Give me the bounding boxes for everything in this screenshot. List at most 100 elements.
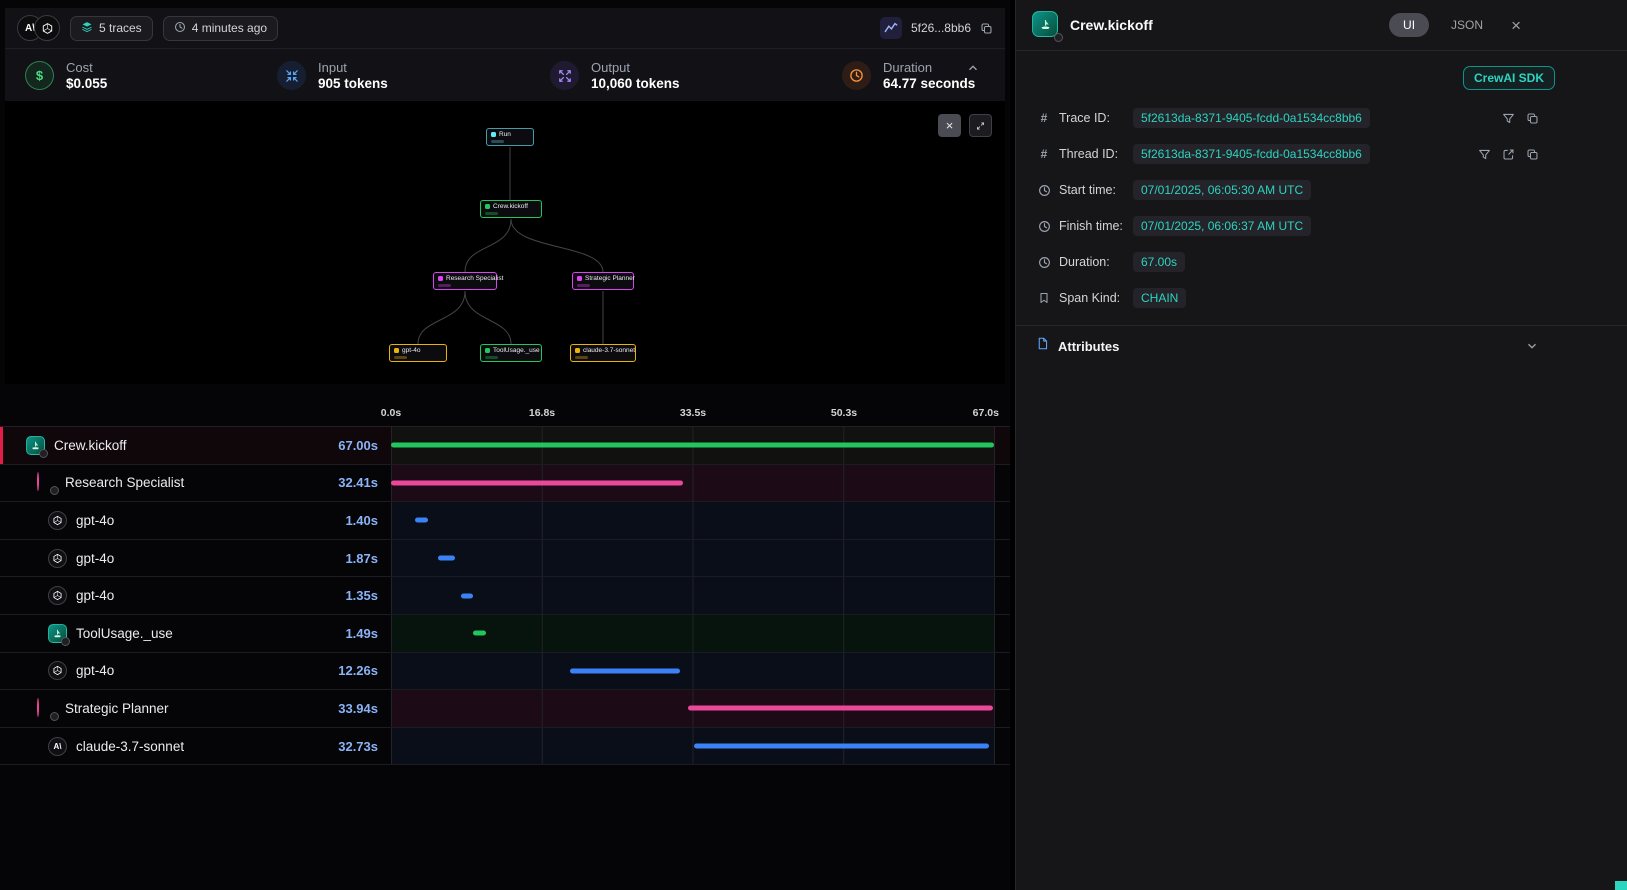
close-icon: ×	[946, 119, 954, 132]
timeline-axis: 0.0s16.8s33.5s50.3s67.0s	[0, 384, 1010, 426]
metric-value: 905 tokens	[318, 76, 388, 91]
span-bar[interactable]	[461, 593, 473, 598]
graph-node-gpt-4o[interactable]: gpt-4o	[389, 344, 447, 362]
graph-node-claude-sonnet[interactable]: claude-3.7-sonnet	[570, 344, 636, 362]
copy-trace-id-button[interactable]	[980, 22, 993, 35]
instrument-badge-icon	[39, 449, 48, 458]
node-type-icon	[394, 348, 399, 353]
timeline-row-research-specialist[interactable]: Research Specialist 32.41s	[0, 465, 1010, 503]
tab-json[interactable]: JSON	[1445, 17, 1489, 33]
span-track	[391, 728, 995, 765]
open-thread-button[interactable]	[1502, 148, 1515, 161]
graph-node-toolusage[interactable]: ToolUsage._use	[480, 344, 542, 362]
span-name: gpt-4o	[76, 551, 114, 566]
attributes-toggle[interactable]: Attributes	[1016, 326, 1627, 366]
span-duration: 12.26s	[338, 663, 391, 678]
chevron-down-icon	[1525, 339, 1539, 353]
node-type-icon	[491, 132, 496, 137]
copy-trace-id-button[interactable]	[1526, 112, 1539, 125]
axis-tick-label: 33.5s	[680, 407, 706, 419]
arrows-out-icon	[550, 61, 579, 90]
duration-value[interactable]: 67.00s	[1133, 252, 1185, 272]
timeline-row-gpt-4o-1[interactable]: gpt-4o 1.40s	[0, 502, 1010, 540]
node-type-icon	[485, 204, 490, 209]
metric-duration: Duration 64.77 seconds	[842, 60, 975, 91]
node-type-icon	[485, 348, 490, 353]
span-name: claude-3.7-sonnet	[76, 739, 184, 754]
openai-logo-icon	[34, 15, 60, 41]
filter-by-thread-button[interactable]	[1478, 148, 1491, 161]
metric-value: 64.77 seconds	[883, 76, 975, 91]
agent-icon	[37, 473, 56, 492]
graph-node-label: Run	[499, 131, 511, 138]
span-bar[interactable]	[694, 744, 989, 749]
span-bar[interactable]	[570, 668, 680, 673]
instrument-badge-icon	[61, 637, 70, 646]
expand-graph-button[interactable]	[969, 114, 992, 137]
field-label: Span Kind:	[1059, 291, 1133, 305]
thread-id-value[interactable]: 5f2613da-8371-9405-fcdd-0a1534cc8bb6	[1133, 144, 1370, 164]
trace-id-short: 5f26...8bb6	[911, 21, 971, 35]
span-duration: 1.49s	[345, 626, 391, 641]
metric-label: Duration	[883, 60, 975, 75]
clock-icon	[842, 61, 871, 90]
clock-icon	[1036, 220, 1052, 233]
span-bar[interactable]	[391, 443, 994, 448]
collapse-metrics-button[interactable]	[966, 61, 980, 75]
close-graph-button[interactable]: ×	[938, 114, 961, 137]
start-time-value[interactable]: 07/01/2025, 06:05:30 AM UTC	[1133, 180, 1311, 200]
copy-icon	[1526, 148, 1539, 161]
timeline-row-gpt-4o-2[interactable]: gpt-4o 1.87s	[0, 540, 1010, 578]
node-tag	[438, 284, 451, 287]
field-thread-id: # Thread ID: 5f2613da-8371-9405-fcdd-0a1…	[1016, 136, 1627, 172]
resize-corner[interactable]	[1615, 881, 1627, 890]
filter-by-trace-button[interactable]	[1502, 112, 1515, 125]
anthropic-icon: A\	[48, 737, 67, 756]
span-bar[interactable]	[473, 631, 486, 636]
span-name: Crew.kickoff	[54, 438, 127, 453]
axis-tick-label: 67.0s	[973, 407, 999, 419]
timeline-row-crew-kickoff[interactable]: Crew.kickoff 67.00s	[0, 427, 1010, 465]
span-bar[interactable]	[438, 556, 455, 561]
graph-node-run[interactable]: Run	[486, 128, 534, 146]
copy-thread-id-button[interactable]	[1526, 148, 1539, 161]
instrument-badge-icon	[1054, 33, 1063, 42]
span-bar[interactable]	[415, 518, 428, 523]
copy-icon	[1526, 112, 1539, 125]
dollar-icon: $	[25, 61, 54, 90]
tab-ui[interactable]: UI	[1389, 13, 1429, 37]
timeline-row-strategic-planner[interactable]: Strategic Planner 33.94s	[0, 690, 1010, 728]
last-updated-badge[interactable]: 4 minutes ago	[163, 16, 278, 41]
timeline-row-toolusage[interactable]: ToolUsage._use 1.49s	[0, 615, 1010, 653]
graph-node-crew-kickoff[interactable]: Crew.kickoff	[480, 200, 542, 218]
trace-id-value[interactable]: 5f2613da-8371-9405-fcdd-0a1534cc8bb6	[1133, 108, 1370, 128]
metric-cost: $ Cost $0.055	[25, 60, 107, 91]
span-bar[interactable]	[391, 480, 683, 485]
traces-count-badge[interactable]: 5 traces	[70, 16, 153, 41]
openai-icon	[48, 661, 67, 680]
arrows-in-icon	[277, 61, 306, 90]
crewai-icon	[1032, 11, 1060, 39]
attributes-section: Attributes	[1016, 325, 1627, 366]
close-panel-button[interactable]: ×	[1505, 16, 1527, 35]
span-name: gpt-4o	[76, 513, 114, 528]
span-name: gpt-4o	[76, 588, 114, 603]
timeline-row-gpt-4o-3[interactable]: gpt-4o 1.35s	[0, 577, 1010, 615]
layers-icon	[81, 21, 93, 36]
span-duration: 1.87s	[345, 551, 391, 566]
span-kind-value[interactable]: CHAIN	[1133, 288, 1186, 308]
span-track	[391, 577, 995, 614]
openai-icon	[48, 586, 67, 605]
graph-node-strategic-planner[interactable]: Strategic Planner	[572, 272, 634, 290]
graph-node-label: Crew.kickoff	[493, 203, 528, 210]
span-duration: 33.94s	[338, 701, 391, 716]
graph-node-research-specialist[interactable]: Research Specialist	[433, 272, 497, 290]
finish-time-value[interactable]: 07/01/2025, 06:06:37 AM UTC	[1133, 216, 1311, 236]
span-bar[interactable]	[688, 706, 993, 711]
timeline-row-gpt-4o-4[interactable]: gpt-4o 12.26s	[0, 653, 1010, 691]
node-tag	[485, 212, 498, 215]
openai-icon	[48, 511, 67, 530]
timeline-row-claude-sonnet[interactable]: A\ claude-3.7-sonnet 32.73s	[0, 728, 1010, 766]
span-track	[391, 540, 995, 577]
provider-logos: A\	[17, 15, 60, 41]
